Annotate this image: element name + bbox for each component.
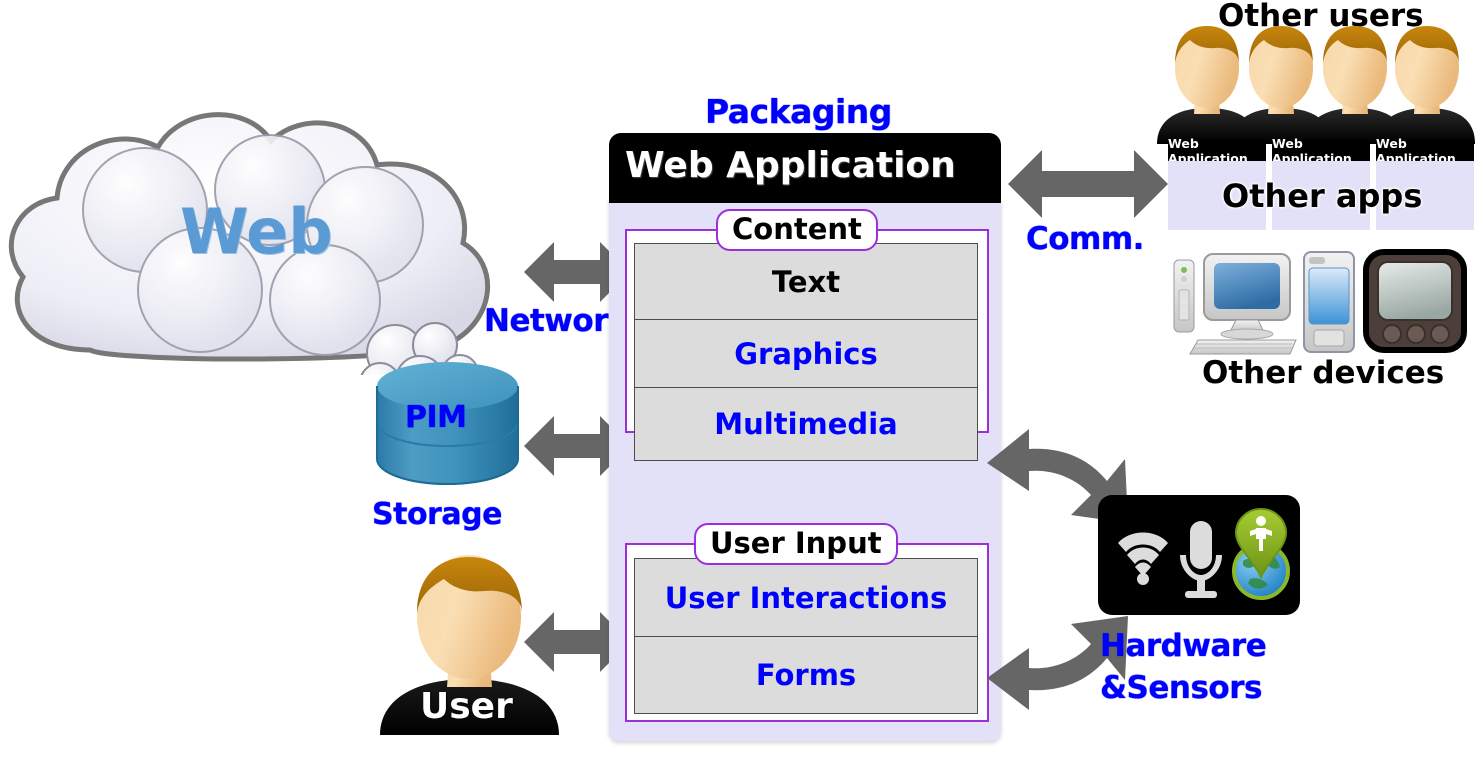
content-cell-text[interactable]: Text bbox=[634, 243, 978, 321]
content-cell-graphics[interactable]: Graphics bbox=[634, 319, 978, 389]
network-label: Network bbox=[484, 303, 629, 339]
hardware-sensors-box bbox=[1098, 495, 1300, 615]
hardware-label-line2: &Sensors bbox=[1100, 670, 1262, 706]
storage-caption: Storage bbox=[372, 497, 502, 532]
app-card-header: Web Application bbox=[1376, 136, 1474, 166]
user-input-group-title: User Input bbox=[694, 523, 898, 565]
storage-cylinder-label: PIM bbox=[405, 400, 467, 435]
web-cloud-label: Web bbox=[180, 195, 333, 268]
content-cell-multimedia[interactable]: Multimedia bbox=[634, 387, 978, 461]
app-card-header: Web Application bbox=[1168, 136, 1266, 166]
comm-label: Comm. bbox=[1026, 221, 1144, 257]
panel-header-label: Web Application bbox=[625, 145, 956, 186]
packaging-label: Packaging bbox=[705, 92, 892, 131]
user-input-cell-forms[interactable]: Forms bbox=[634, 636, 978, 714]
user-input-cell-interactions[interactable]: User Interactions bbox=[634, 558, 978, 638]
other-apps-label: Other apps bbox=[1222, 177, 1423, 215]
content-group-title: Content bbox=[716, 209, 878, 251]
other-users-group-icon bbox=[1155, 22, 1477, 144]
other-devices-group-icon bbox=[1168, 248, 1468, 356]
comm-arrow bbox=[1008, 146, 1168, 222]
hardware-label-line1: Hardware bbox=[1100, 628, 1267, 664]
user-name-label: User bbox=[420, 686, 513, 727]
web-application-panel: Web Application Content Text Graphics Mu… bbox=[609, 133, 1001, 741]
app-card-header: Web Application bbox=[1272, 136, 1370, 166]
other-devices-label: Other devices bbox=[1202, 355, 1445, 391]
panel-header: Web Application bbox=[609, 133, 1001, 203]
